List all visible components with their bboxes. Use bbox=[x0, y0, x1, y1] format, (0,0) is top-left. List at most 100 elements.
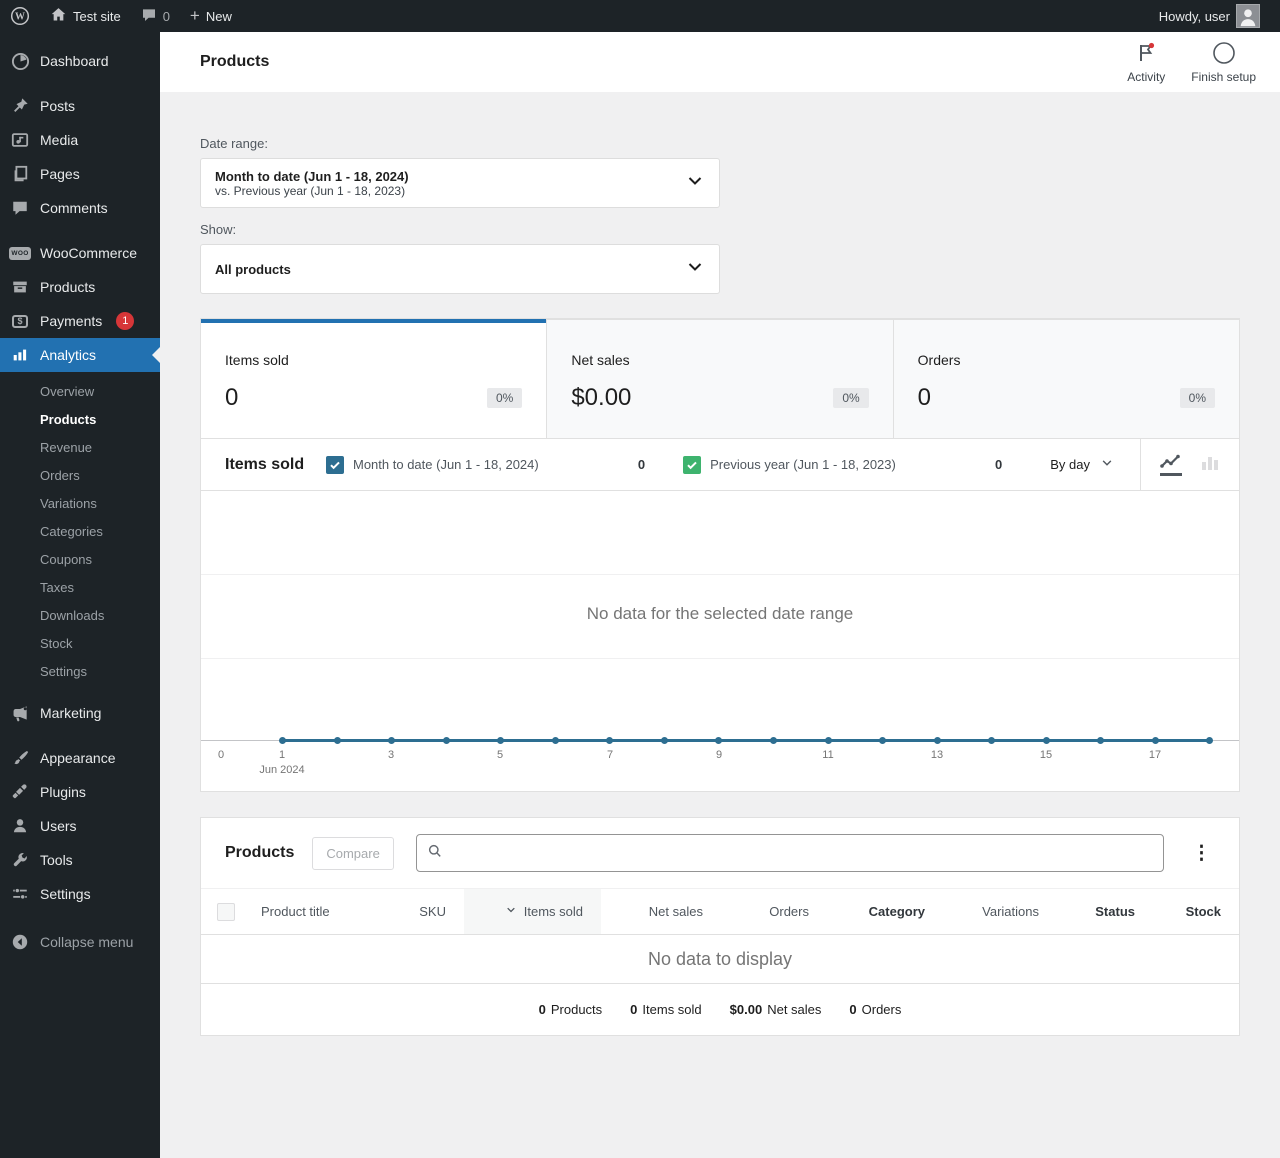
submenu-item-settings[interactable]: Settings bbox=[0, 658, 160, 686]
submenu-item-products[interactable]: Products bbox=[0, 406, 160, 434]
svg-text:W: W bbox=[15, 12, 25, 23]
avatar bbox=[1236, 4, 1260, 28]
compare-button[interactable]: Compare bbox=[312, 836, 394, 870]
submenu-item-stock[interactable]: Stock bbox=[0, 630, 160, 658]
column-net-sales[interactable]: Net sales bbox=[601, 889, 721, 934]
x-tick: 7 bbox=[606, 749, 614, 761]
submenu-item-revenue[interactable]: Revenue bbox=[0, 434, 160, 462]
column-orders[interactable]: Orders bbox=[721, 889, 827, 934]
megaphone-icon bbox=[10, 703, 30, 723]
column-category: Category bbox=[868, 904, 925, 919]
summary-items-sold: 0 Items sold bbox=[630, 1002, 702, 1017]
sidebar-item-marketing[interactable]: Marketing bbox=[0, 696, 160, 730]
bar-chart-toggle[interactable] bbox=[1200, 454, 1220, 476]
column-items-sold[interactable]: Items sold bbox=[464, 889, 601, 934]
sidebar-item-products[interactable]: Products bbox=[0, 270, 160, 304]
pushpin-icon bbox=[10, 96, 30, 116]
wordpress-logo-menu[interactable]: W bbox=[0, 0, 40, 32]
sidebar-item-settings[interactable]: Settings bbox=[0, 877, 160, 911]
submenu-item-overview[interactable]: Overview bbox=[0, 378, 160, 406]
sidebar-item-dashboard[interactable]: Dashboard bbox=[0, 44, 160, 78]
sidebar-item-tools[interactable]: Tools bbox=[0, 843, 160, 877]
show-filter-label: Show: bbox=[200, 222, 237, 237]
column-sku[interactable]: SKU bbox=[384, 889, 464, 934]
comments-shortcut[interactable]: 0 bbox=[131, 0, 180, 32]
select-all-checkbox[interactable] bbox=[217, 902, 235, 921]
stat-tile-orders[interactable]: Orders 0 0% bbox=[892, 319, 1239, 438]
show-filter-value: All products bbox=[215, 261, 291, 277]
x-tick: 17 bbox=[1148, 749, 1162, 761]
account-menu[interactable]: Howdy, user bbox=[1149, 0, 1270, 32]
search-box[interactable] bbox=[415, 834, 1164, 872]
finish-setup-button[interactable]: Finish setup bbox=[1191, 41, 1256, 84]
column-stock: Stock bbox=[1185, 904, 1221, 919]
checkbox-checked-icon[interactable] bbox=[326, 455, 344, 474]
legend-value: 0 bbox=[637, 457, 646, 472]
stat-tile-items-sold[interactable]: Items sold 0 0% bbox=[201, 319, 547, 438]
search-input[interactable] bbox=[450, 845, 1153, 861]
legend-label: Month to date (Jun 1 - 18, 2024) bbox=[353, 457, 539, 472]
x-axis-month-label: Jun 2024 bbox=[259, 764, 305, 776]
sidebar-item-plugins[interactable]: Plugins bbox=[0, 775, 160, 809]
sidebar-item-posts[interactable]: Posts bbox=[0, 89, 160, 123]
chart-type-toggle bbox=[1141, 454, 1239, 476]
chevron-down-icon bbox=[685, 257, 705, 282]
new-content-menu[interactable]: + New bbox=[180, 0, 242, 32]
stat-value: 0 bbox=[917, 384, 932, 411]
chart-plot-area: No data for the selected date range bbox=[201, 491, 1239, 744]
comments-count: 0 bbox=[162, 8, 170, 24]
submenu-item-variations[interactable]: Variations bbox=[0, 490, 160, 518]
site-name-link[interactable]: Test site bbox=[40, 0, 131, 32]
line-chart-toggle[interactable] bbox=[1160, 454, 1182, 476]
sidebar-item-media[interactable]: Media bbox=[0, 123, 160, 157]
sidebar-item-analytics[interactable]: Analytics bbox=[0, 338, 160, 372]
legend-value: 0 bbox=[995, 457, 1003, 472]
table-title: Products bbox=[225, 844, 295, 861]
sidebar-item-users[interactable]: Users bbox=[0, 809, 160, 843]
payments-icon: $ bbox=[10, 311, 30, 331]
admin-bar: W Test site 0 + New Howdy, user bbox=[0, 0, 1280, 32]
submenu-item-taxes[interactable]: Taxes bbox=[0, 574, 160, 602]
sidebar-item-comments[interactable]: Comments bbox=[0, 191, 160, 225]
table-header: Products Compare ⋮ bbox=[201, 818, 1239, 888]
x-tick: 5 bbox=[496, 749, 504, 761]
column-status: Status bbox=[1095, 904, 1135, 919]
checkbox-checked-icon[interactable] bbox=[683, 455, 702, 474]
stat-value: 0 bbox=[225, 384, 239, 411]
legend-item-current-period[interactable]: Month to date (Jun 1 - 18, 2024) 0 bbox=[326, 455, 683, 474]
submenu-item-categories[interactable]: Categories bbox=[0, 518, 160, 546]
interval-select[interactable]: By day bbox=[1040, 456, 1140, 473]
stat-tile-net-sales[interactable]: Net sales $0.00 0% bbox=[546, 319, 893, 438]
stat-value: $0.00 bbox=[571, 384, 632, 411]
user-icon bbox=[10, 816, 30, 836]
column-product-title[interactable]: Product title bbox=[251, 889, 384, 934]
show-filter-select[interactable]: All products bbox=[200, 244, 720, 294]
box-icon bbox=[10, 277, 30, 297]
x-tick: 3 bbox=[387, 749, 395, 761]
page-title: Products bbox=[200, 53, 270, 70]
submenu-item-coupons[interactable]: Coupons bbox=[0, 546, 160, 574]
collapse-menu-button[interactable]: Collapse menu bbox=[0, 925, 160, 959]
sidebar-item-label: Media bbox=[40, 132, 79, 148]
sidebar-item-label: Pages bbox=[40, 166, 80, 182]
chart-empty-message: No data for the selected date range bbox=[586, 604, 854, 623]
sidebar-item-label: Products bbox=[40, 279, 96, 295]
stat-delta-badge: 0% bbox=[486, 388, 523, 408]
sidebar-item-appearance[interactable]: Appearance bbox=[0, 741, 160, 775]
sidebar-item-woocommerce[interactable]: WOO WooCommerce bbox=[0, 236, 160, 270]
date-range-select[interactable]: Month to date (Jun 1 - 18, 2024) vs. Pre… bbox=[200, 158, 720, 208]
submenu-item-downloads[interactable]: Downloads bbox=[0, 602, 160, 630]
sidebar-item-label: Dashboard bbox=[40, 53, 109, 69]
menu-separator bbox=[0, 730, 160, 741]
submenu-item-orders[interactable]: Orders bbox=[0, 462, 160, 490]
x-tick: 0 bbox=[217, 749, 225, 761]
table-menu-button[interactable]: ⋮ bbox=[1188, 842, 1215, 865]
site-name-label: Test site bbox=[73, 8, 121, 24]
progress-circle-icon bbox=[1212, 41, 1236, 68]
activity-button[interactable]: Activity bbox=[1127, 41, 1165, 84]
legend-item-previous-period[interactable]: Previous year (Jun 1 - 18, 2023) 0 bbox=[683, 455, 1040, 474]
sidebar-item-pages[interactable]: Pages bbox=[0, 157, 160, 191]
products-table-card: Products Compare ⋮ Product title SKU Ite… bbox=[200, 817, 1240, 1036]
sidebar-item-payments[interactable]: $ Payments 1 bbox=[0, 304, 160, 338]
column-variations[interactable]: Variations bbox=[943, 889, 1057, 934]
